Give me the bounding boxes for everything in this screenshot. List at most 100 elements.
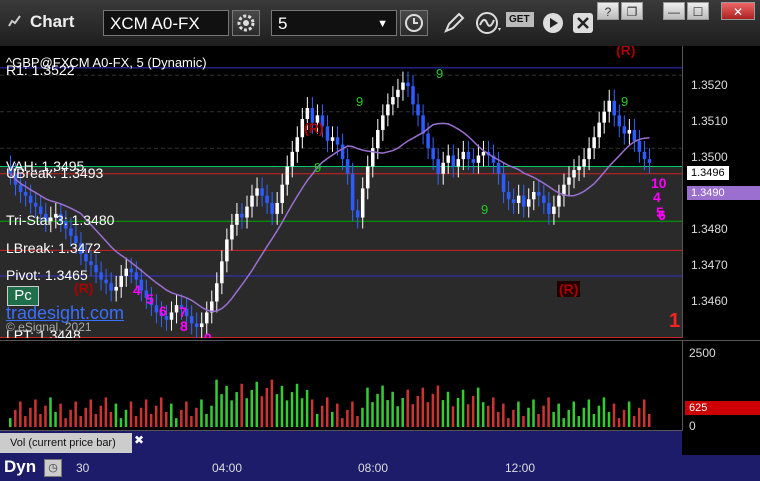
candle-body [577, 166, 581, 171]
candle-body [330, 137, 335, 141]
next-button[interactable] [541, 11, 565, 35]
candle-body [275, 202, 279, 214]
volume-bar [446, 391, 450, 427]
candle-body [557, 195, 561, 207]
close-icon [573, 13, 593, 33]
window-close-button[interactable]: ✕ [721, 2, 755, 20]
candle-body [602, 111, 606, 123]
volume-bar [391, 391, 394, 427]
volume-bar [411, 404, 415, 427]
countdown-count: 6 [658, 207, 666, 223]
volume-bar [341, 418, 344, 427]
minimize-button[interactable]: — [663, 2, 685, 20]
study-wave-icon [476, 12, 501, 34]
study-label-bar: Vol (current price bar) ✖ [0, 430, 682, 455]
price-axis[interactable]: 1.3520 1.3510 1.3500 1.3480 1.3470 1.346… [682, 46, 760, 338]
volume-bar [587, 399, 591, 427]
chart-app-icon [8, 15, 21, 27]
level-label-tristar: Tri-Star 3: 1.3480 [6, 212, 115, 228]
price-chart[interactable]: ^GBP@FXCM A0-FX, 5 (Dynamic) R1: 1.3522 … [0, 46, 682, 338]
r-marker: (R) [616, 46, 636, 58]
candle-body [295, 137, 300, 152]
candle-body [506, 192, 511, 200]
gear-icon [237, 14, 255, 32]
candle-body [265, 195, 269, 203]
volume-bar [170, 403, 173, 427]
time-tick: 04:00 [212, 461, 243, 475]
volume-bar [386, 400, 389, 427]
restore-button[interactable]: ❐ [621, 2, 643, 20]
time-button[interactable] [400, 10, 428, 36]
candle-body [174, 305, 179, 313]
volume-bar [602, 397, 606, 427]
symbol-settings-button[interactable] [232, 10, 260, 36]
setup-count: 9 [481, 202, 489, 217]
candle-body [537, 192, 541, 196]
volume-bar [461, 389, 465, 427]
volume-bar [436, 385, 440, 427]
close-chart-button[interactable] [571, 11, 595, 35]
volume-bar [431, 393, 435, 427]
setup-count: 9 [356, 94, 364, 109]
candle-body [169, 312, 174, 320]
candle-body [466, 151, 471, 160]
volume-bar [154, 405, 158, 427]
volume-bar [441, 400, 445, 427]
volume-bar [305, 390, 309, 427]
study-close-icon[interactable]: ✖ [134, 433, 144, 447]
candle-body [235, 213, 239, 225]
maximize-button[interactable]: ☐ [687, 2, 709, 20]
candle-body [612, 100, 617, 116]
volume-bar [351, 401, 354, 427]
candle-body [617, 115, 622, 127]
volume-bar [64, 418, 67, 427]
help-button[interactable]: ? [597, 2, 619, 20]
volume-bar [14, 409, 17, 427]
volume-axis[interactable]: 2500 0 625 [682, 340, 760, 433]
volume-bar [49, 397, 52, 427]
interval-select[interactable]: 5 ▼ [271, 10, 397, 36]
volume-bar [300, 398, 304, 427]
volume-chart[interactable] [0, 340, 682, 431]
volume-tick: 0 [689, 419, 696, 433]
candle-body [642, 151, 647, 160]
volume-bar [195, 407, 198, 427]
dynamic-toggle-icon[interactable]: ◷ [44, 459, 62, 477]
candle-body [154, 305, 159, 313]
candle-body [521, 195, 526, 207]
draw-tool-button[interactable] [440, 10, 468, 36]
volume-bar [94, 413, 98, 427]
candle-body [567, 177, 571, 185]
volume-bar [421, 387, 425, 427]
candle-body [637, 140, 642, 152]
candle-body [305, 108, 310, 119]
interval-value: 5 [278, 14, 288, 33]
candle-body [230, 224, 234, 240]
candle-body [547, 202, 551, 214]
volume-bar [612, 403, 616, 427]
volume-bar [104, 397, 108, 427]
countdown-count: 6 [159, 303, 167, 319]
get-button[interactable]: GET [506, 12, 536, 34]
volume-bar [9, 418, 12, 427]
volume-bar [124, 409, 128, 427]
volume-bar [260, 396, 264, 427]
volume-bar [567, 409, 570, 427]
volume-bar [361, 407, 364, 427]
candle-body [189, 316, 194, 324]
volume-bar [295, 383, 299, 427]
studies-button[interactable] [474, 10, 504, 36]
volume-bar [607, 411, 611, 427]
volume-last-tag: 625 [685, 401, 760, 415]
candle-body [350, 173, 355, 211]
candle-body [340, 144, 345, 160]
candle-body [119, 275, 123, 287]
volume-bar [235, 392, 238, 427]
candle-body [501, 173, 506, 192]
candle-body [406, 82, 410, 87]
symbol-input[interactable]: XCM A0-FX [103, 10, 229, 36]
candle-body [552, 206, 556, 214]
volume-study-label[interactable]: Vol (current price bar) [0, 433, 132, 453]
candle-body [285, 166, 289, 185]
time-axis[interactable]: Dyn ◷ 30 04:00 08:00 12:00 [0, 455, 760, 481]
